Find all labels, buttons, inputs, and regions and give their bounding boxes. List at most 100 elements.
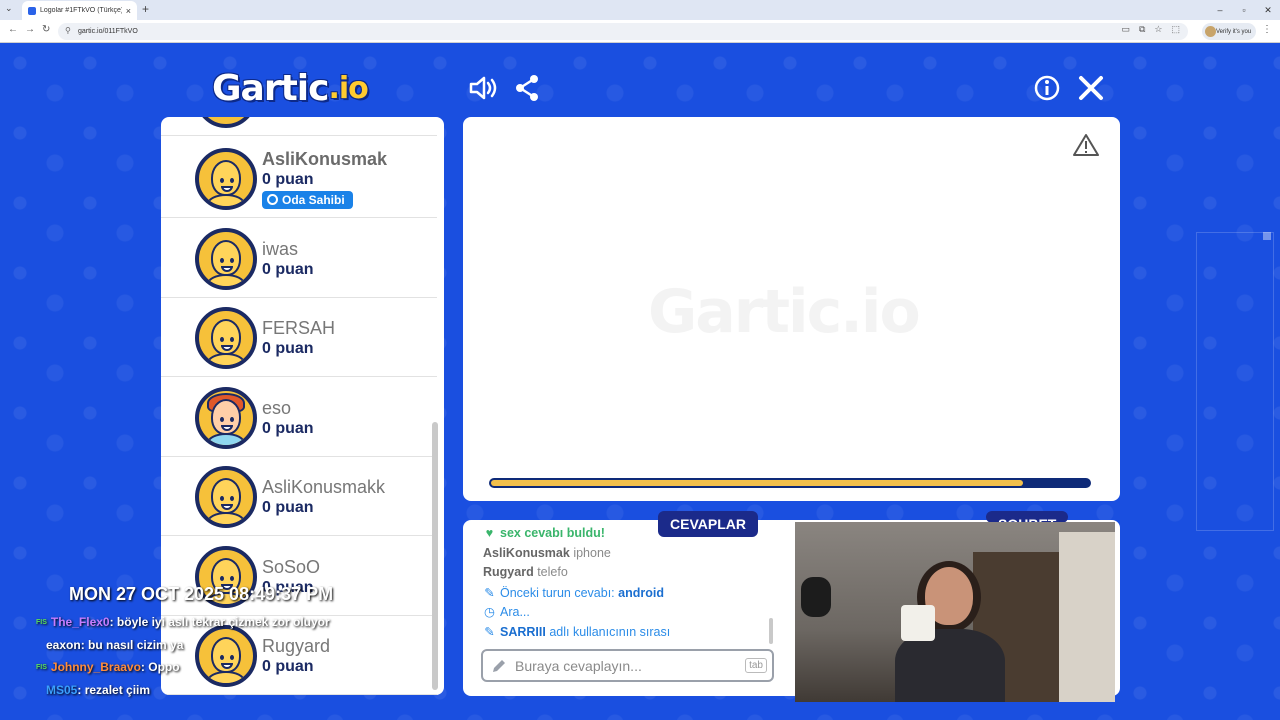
answers-scrollbar[interactable] [769, 618, 773, 644]
address-bar-row: ← → ↻ ⚲ gartic.io/011FTkVO ▭ ⧉ ☆ ⬚ Verif… [0, 20, 1280, 43]
sound-icon[interactable] [468, 73, 498, 103]
player-avatar [195, 227, 257, 290]
window-controls: – ▫ ✕ [1208, 0, 1280, 20]
report-warning-icon[interactable] [1073, 133, 1099, 157]
pencil-icon: ✎ [484, 585, 495, 600]
message-text: iphone [573, 545, 611, 560]
reload-icon[interactable]: ↻ [42, 24, 50, 35]
logo-suffix: .io [328, 70, 368, 106]
back-icon[interactable]: ← [8, 24, 18, 35]
share-icon[interactable] [512, 73, 542, 103]
player-name: eso [262, 397, 292, 418]
player-row[interactable]: iwas 0 puan [161, 219, 437, 298]
cast-icon[interactable]: ▭ [1121, 24, 1130, 35]
chat-text: : böyle iyi aslı tekrar çizmek zor oluyo… [109, 615, 330, 629]
close-icon[interactable] [1076, 73, 1106, 103]
chat-nick: The_Flex0 [50, 615, 110, 629]
players-panel[interactable]: AsliKonusmak 0 puan Oda Sahibi iwas 0 puan FE… [161, 117, 444, 695]
overlay-chat-line: FIS Johnny_Braavo: Oppo [36, 660, 180, 674]
overlay-chat-line: MS05: rezalet çiim [36, 683, 150, 697]
heart-icon: ♥ [485, 526, 494, 540]
logo-main: Gartic [212, 67, 329, 109]
streamer-webcam [795, 522, 1115, 702]
forward-icon[interactable]: → [25, 24, 35, 35]
player-avatar [195, 117, 257, 128]
tab-answers[interactable]: CEVAPLAR [658, 511, 758, 537]
chat-text: : Oppo [140, 660, 180, 674]
chat-nick: Johnny_Braavo [50, 660, 141, 674]
player-row[interactable]: AsliKonusmakk 0 puan [161, 457, 437, 536]
players-scrollbar[interactable] [432, 422, 438, 690]
browser-tab[interactable]: Logolar #1FTkVO (Türkçe) - Ga × [22, 1, 137, 20]
player-avatar [195, 466, 257, 528]
player-avatar [195, 386, 257, 449]
new-tab-icon[interactable]: + [142, 2, 149, 16]
profile-avatar [1205, 26, 1216, 37]
answer-message: ✎ Önceki turun cevabı: android [483, 585, 664, 600]
pencil-icon [493, 660, 505, 672]
streamer [895, 561, 1005, 702]
round-timer-bar [489, 478, 1091, 488]
player-avatar [195, 307, 257, 369]
message-user: Rugyard [483, 565, 534, 579]
pencil-icon: ✎ [484, 624, 495, 639]
extensions-icon[interactable]: ⬚ [1171, 24, 1180, 35]
message-text: sex cevabı buldu! [500, 526, 605, 540]
player-score: 0 puan [262, 499, 314, 516]
player-score: 0 puan [262, 340, 314, 357]
favicon-icon [28, 6, 36, 15]
browser-tab-title: Logolar #1FTkVO (Türkçe) - Ga [40, 7, 122, 14]
message-text: Önceki turun cevabı: [500, 585, 619, 600]
maximize-icon[interactable]: ▫ [1232, 0, 1256, 20]
browser-menu-icon[interactable]: ⋮ [1262, 24, 1272, 35]
answer-input[interactable] [515, 656, 735, 676]
player-score: 0 puan [262, 171, 314, 188]
player-row[interactable]: eso 0 puan [161, 378, 437, 457]
verify-label: Verify it's you [1216, 28, 1252, 35]
player-name: SoSoO [262, 556, 321, 577]
overlay-chat-line: eaxon: bu nasıl cizim ya [36, 638, 183, 652]
chat-badge: FIS [36, 619, 47, 627]
minimize-icon[interactable]: – [1208, 0, 1232, 20]
close-tab-icon[interactable]: × [126, 6, 131, 16]
drawing-canvas[interactable]: Gartic.io [463, 117, 1120, 501]
crown-icon [267, 194, 278, 205]
tab-key-hint: tab [745, 658, 767, 673]
url-text: gartic.io/011FTkVO [78, 28, 138, 35]
canvas-watermark: Gartic.io [648, 277, 921, 347]
player-row[interactable]: FERSAH 0 puan [161, 298, 437, 377]
side-overlay-frame [1196, 232, 1274, 531]
answer-message: Rugyard telefo [483, 565, 568, 579]
round-timer-fill [491, 480, 1024, 486]
tab-list-chevron-icon[interactable]: ⌄ [5, 3, 13, 14]
translate-icon[interactable]: ⧉ [1139, 24, 1145, 35]
player-score: 0 puan [262, 260, 314, 278]
message-user: AsliKonusmak [483, 545, 570, 560]
url-field[interactable]: ⚲ gartic.io/011FTkVO [58, 23, 1188, 40]
chat-text: : bu nasıl cizim ya [80, 637, 184, 652]
clock-icon: ◷ [484, 605, 495, 619]
player-name: FERSAH [262, 318, 336, 338]
chat-nick: MS05 [46, 682, 78, 697]
player-row[interactable]: AsliKonusmak 0 puan Oda Sahibi [161, 139, 437, 218]
room-owner-label: Oda Sahibi [282, 193, 345, 207]
chat-text: : rezalet çiim [77, 682, 151, 697]
answer-field[interactable]: tab [481, 649, 774, 682]
overlay-chat-line: FIS The_Flex0: böyle iyi aslı tekrar çizm… [36, 615, 330, 629]
player-name: AsliKonusmakk [262, 477, 386, 497]
answer-message: ♥ sex cevabı buldu! [483, 526, 605, 540]
player-score: 0 puan [262, 419, 314, 437]
message-text: adlı kullanıcının sırası [545, 624, 671, 639]
browser-tab-bar: ⌄ Logolar #1FTkVO (Türkçe) - Ga × + – ▫ … [0, 0, 1280, 20]
close-window-icon[interactable]: ✕ [1256, 0, 1280, 20]
player-name: iwas [262, 238, 299, 259]
info-icon[interactable] [1032, 73, 1062, 103]
answer-message: AsliKonusmak iphone [483, 546, 611, 560]
chat-badge: FIS [36, 664, 47, 672]
player-name: Rugyard [262, 636, 331, 656]
bookmark-star-icon[interactable]: ☆ [1154, 24, 1162, 35]
profile-verify-chip[interactable]: Verify it's you [1202, 23, 1256, 40]
site-info-icon[interactable]: ⚲ [65, 26, 71, 35]
player-row-partial [161, 117, 437, 136]
message-text: telefo [537, 565, 568, 579]
